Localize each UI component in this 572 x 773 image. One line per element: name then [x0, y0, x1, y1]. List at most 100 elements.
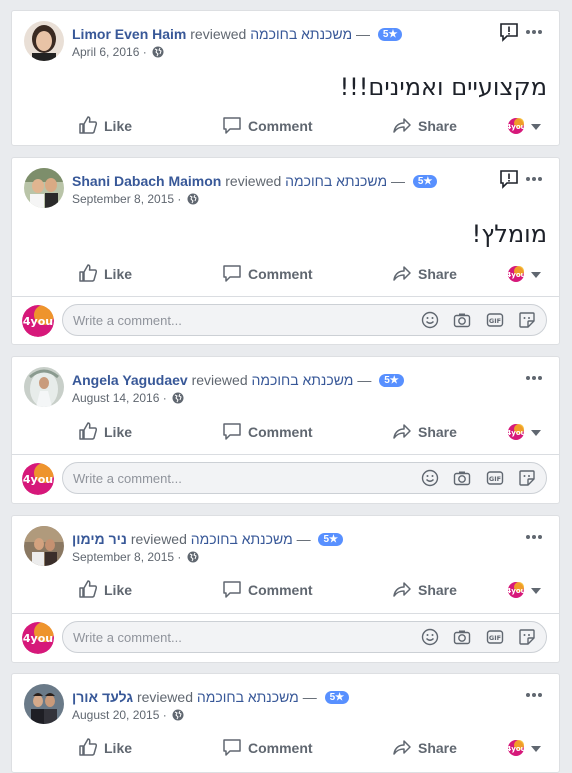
page-name[interactable]: משכנתא בחוכמה [285, 173, 387, 189]
emoji-icon[interactable] [421, 469, 441, 487]
more-options-icon[interactable] [525, 169, 543, 189]
page-name[interactable]: משכנתא בחוכמה [197, 689, 299, 705]
sticker-icon[interactable] [518, 628, 538, 646]
thumbs-up-icon [79, 738, 98, 756]
review-card: גלעד אורן reviewed משכנתא בחוכמה — 5★ Au… [11, 673, 560, 773]
comment-button[interactable]: Comment [222, 110, 313, 142]
user-name[interactable]: Angela Yagudaev [72, 372, 188, 388]
more-options-icon[interactable] [525, 527, 543, 547]
title-dash: — [356, 26, 370, 42]
user-name[interactable]: Shani Dabach Maimon [72, 173, 221, 189]
action-bar: Like Comment Share 4you [12, 732, 559, 764]
user-avatar[interactable] [24, 367, 64, 407]
comment-input[interactable] [73, 463, 413, 493]
svg-text:4you: 4you [507, 123, 525, 131]
page-identity-selector[interactable]: 4you [507, 738, 547, 758]
comment-button[interactable]: Comment [222, 416, 313, 448]
page-avatar: 4you [22, 305, 54, 337]
user-name[interactable]: Limor Even Haim [72, 26, 186, 42]
review-text: מקצועיים ואמינים!!! [339, 73, 547, 101]
share-button[interactable]: Share [392, 416, 457, 448]
more-options-icon[interactable] [525, 368, 543, 388]
review-card: ניר מימון reviewed משכנתא בחוכמה — 5★ Se… [11, 515, 560, 663]
share-label: Share [418, 582, 457, 598]
emoji-icon[interactable] [421, 311, 441, 329]
comment-icon [223, 581, 241, 598]
review-title: Limor Even Haim reviewed משכנתא בחוכמה —… [72, 25, 403, 43]
chevron-down-icon [531, 430, 541, 436]
user-avatar[interactable] [24, 684, 64, 724]
comment-icon [223, 117, 241, 134]
review-title: Angela Yagudaev reviewed משכנתא בחוכמה —… [72, 371, 404, 389]
review-title: ניר מימון reviewed משכנתא בחוכמה — 5★ [72, 530, 343, 548]
comment-box: GIF [62, 621, 547, 653]
like-button[interactable]: Like [78, 416, 132, 448]
camera-icon[interactable] [453, 311, 473, 329]
gif-icon[interactable]: GIF [486, 628, 506, 646]
like-button[interactable]: Like [78, 574, 132, 606]
like-button[interactable]: Like [78, 258, 132, 290]
page-logo-icon: 4you [507, 740, 525, 756]
user-avatar[interactable] [24, 168, 64, 208]
comment-icon [223, 739, 241, 756]
emoji-icon[interactable] [421, 628, 441, 646]
comment-input[interactable] [73, 622, 413, 652]
review-card: Limor Even Haim reviewed משכנתא בחוכמה —… [11, 10, 560, 146]
post-date[interactable]: August 20, 2015 [72, 708, 159, 722]
svg-text:4you: 4you [507, 587, 525, 595]
comment-button[interactable]: Comment [222, 258, 313, 290]
more-options-icon[interactable] [525, 22, 543, 42]
gif-icon[interactable]: GIF [486, 469, 506, 487]
chevron-down-icon [531, 588, 541, 594]
comment-label: Comment [248, 582, 313, 598]
title-dash: — [296, 531, 311, 547]
more-options-icon[interactable] [525, 685, 543, 705]
sticker-icon[interactable] [518, 469, 538, 487]
post-date[interactable]: August 14, 2016 [72, 391, 159, 405]
like-button[interactable]: Like [78, 732, 132, 764]
page-identity-selector[interactable]: 4you [507, 422, 547, 442]
page-name[interactable]: משכנתא בחוכמה [191, 531, 293, 547]
comment-composer: 4you GIF [12, 613, 559, 662]
svg-text:4you: 4you [507, 429, 525, 437]
share-button[interactable]: Share [392, 732, 457, 764]
comment-box: GIF [62, 304, 547, 336]
user-name[interactable]: ניר מימון [72, 531, 127, 547]
page-identity-selector[interactable]: 4you [507, 116, 547, 136]
gif-icon[interactable]: GIF [486, 311, 506, 329]
sticker-icon[interactable] [518, 311, 538, 329]
user-avatar[interactable] [24, 21, 64, 61]
share-icon [393, 424, 411, 439]
post-date[interactable]: April 6, 2016 [72, 45, 139, 59]
camera-icon[interactable] [453, 469, 473, 487]
share-button[interactable]: Share [392, 110, 457, 142]
review-verb: reviewed [136, 689, 193, 705]
chevron-down-icon [531, 124, 541, 130]
user-avatar[interactable] [24, 526, 64, 566]
comment-button[interactable]: Comment [222, 574, 313, 606]
page-identity-selector[interactable]: 4you [507, 580, 547, 600]
post-date[interactable]: September 8, 2015 [72, 550, 174, 564]
svg-text:GIF: GIF [488, 317, 500, 325]
page-name[interactable]: משכנתא בחוכמה [252, 372, 354, 388]
report-icon[interactable] [499, 22, 519, 42]
rating-badge: 5★ [318, 533, 343, 546]
rating-badge: 5★ [324, 691, 350, 704]
page-avatar: 4you [22, 622, 54, 654]
thumbs-up-icon [79, 422, 98, 440]
like-label: Like [104, 582, 133, 598]
page-identity-selector[interactable]: 4you [507, 264, 547, 284]
globe-icon [172, 709, 184, 721]
user-name[interactable]: גלעד אורן [72, 689, 133, 705]
page-name[interactable]: משכנתא בחוכמה [250, 26, 352, 42]
share-label: Share [418, 740, 457, 756]
report-icon[interactable] [499, 169, 519, 189]
comment-input[interactable] [73, 305, 413, 335]
review-verb: reviewed [130, 531, 187, 547]
share-button[interactable]: Share [392, 258, 457, 290]
share-button[interactable]: Share [392, 574, 457, 606]
post-date[interactable]: September 8, 2015 [72, 192, 174, 206]
like-button[interactable]: Like [78, 110, 132, 142]
camera-icon[interactable] [453, 628, 473, 646]
comment-button[interactable]: Comment [222, 732, 313, 764]
